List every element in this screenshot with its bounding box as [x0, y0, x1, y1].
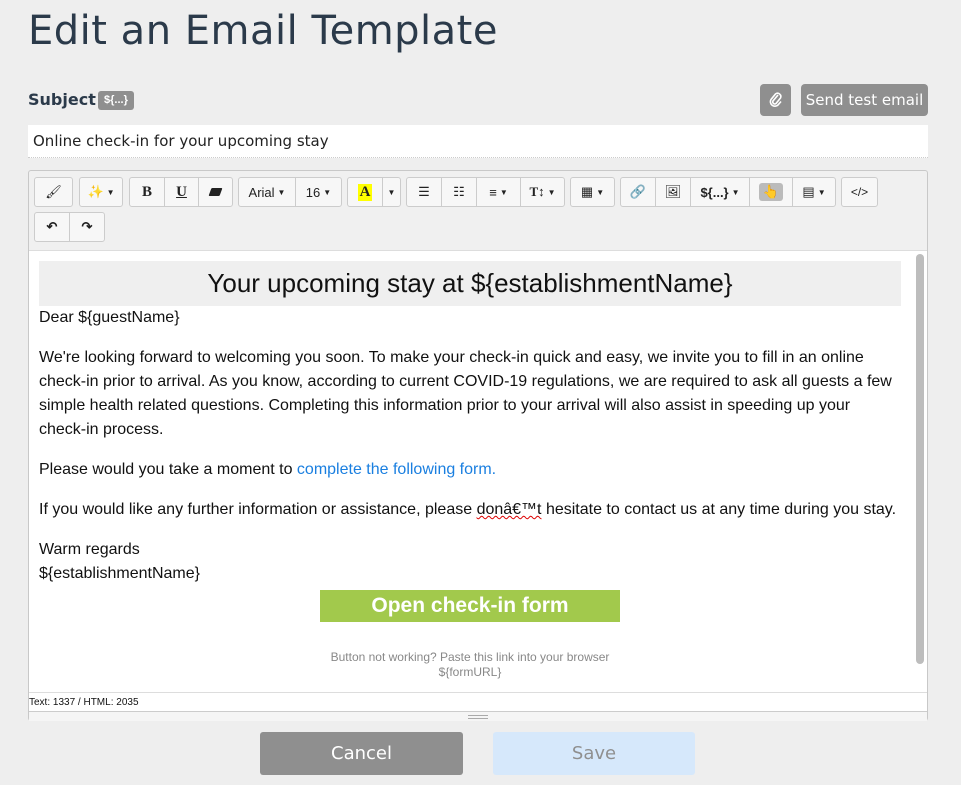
highlight-icon: A — [357, 183, 373, 201]
bullet-list-icon: ☰ — [418, 184, 430, 199]
variables-label: ${...} — [700, 184, 729, 200]
align-dropdown[interactable]: ≡ ▼ — [477, 178, 521, 206]
code-view-button[interactable]: </> — [842, 178, 877, 206]
paragraph-intro: We're looking forward to welcoming you s… — [39, 349, 892, 438]
format-group: B U — [129, 177, 233, 207]
subject-input[interactable] — [28, 125, 928, 158]
fallback-text: Button not working? Paste this link into… — [330, 650, 610, 664]
paragraph-contact-text: If you would like any further informatio… — [39, 501, 477, 518]
signature: ${establishmentName} — [39, 565, 200, 582]
image-button[interactable]: 🖼 — [656, 178, 691, 206]
send-test-email-button[interactable]: Send test email — [801, 84, 928, 116]
cancel-button[interactable]: Cancel — [260, 732, 463, 775]
redo-button[interactable]: ↷ — [70, 213, 104, 241]
link-icon: 🔗 — [629, 184, 647, 199]
variables-dropdown[interactable]: ${...} ▼ — [691, 178, 750, 206]
paragraph-contact: If you would like any further informatio… — [39, 498, 901, 522]
history-group: ↶ ↷ — [34, 212, 105, 242]
color-dropdown[interactable]: ▼ — [383, 178, 400, 206]
paragraph-form-text: Please would you take a moment to — [39, 461, 297, 478]
form-link[interactable]: complete the following form. — [297, 461, 496, 478]
color-group: A ▼ — [347, 177, 401, 207]
editor-scrollbar[interactable] — [916, 254, 924, 664]
clear-format-button[interactable] — [199, 178, 232, 206]
font-size-value: 16 — [305, 184, 321, 200]
align-icon: ≡ — [489, 184, 497, 200]
insert-group: 🔗 🖼 ${...} ▼ 👆 ▤ ▼ — [620, 177, 836, 207]
style-button[interactable]: 🖌 — [35, 178, 72, 206]
undo-icon: ↶ — [46, 219, 58, 234]
paragraph-form: Please would you take a moment to comple… — [39, 458, 901, 482]
eraser-icon — [208, 188, 223, 196]
numbered-list-button[interactable]: ☷ — [442, 178, 477, 206]
resize-handle[interactable] — [29, 711, 927, 721]
attach-button[interactable] — [760, 84, 791, 116]
magic-wand-icon: ✨ — [87, 184, 104, 199]
page-title: Edit an Email Template — [28, 8, 498, 54]
font-size-dropdown[interactable]: 16 ▼ — [296, 178, 341, 206]
table-dropdown[interactable]: ▦ ▼ — [571, 178, 614, 206]
code-group: </> — [841, 177, 878, 207]
numbered-list-icon: ☷ — [453, 184, 465, 199]
character-count: Text: 1337 / HTML: 2035 — [29, 692, 927, 711]
paragraph-contact-text-end: hesitate to contact us at any time durin… — [541, 501, 897, 518]
open-check-in-form-button[interactable]: Open check-in form — [320, 590, 620, 622]
pointer-hand-icon: 👆 — [758, 183, 784, 201]
greeting: Dear ${guestName} — [39, 309, 180, 326]
text-color-button[interactable]: A — [348, 178, 383, 206]
document-icon: ▤ — [802, 184, 815, 199]
font-family-value: Arial — [248, 184, 275, 200]
subject-label: Subject — [28, 90, 96, 109]
magic-button[interactable]: ✨ ▼ — [80, 178, 122, 206]
rich-text-editor: 🖌 ✨ ▼ B U Arial ▼ 16 ▼ A ▼ ☰ ☷ ≡ ▼ T↕ ▼ ▦ ▼ 🔗 … — [28, 170, 928, 721]
bold-button[interactable]: B — [130, 178, 165, 206]
link-button[interactable]: 🔗 — [621, 178, 656, 206]
button-insert-button[interactable]: 👆 — [750, 178, 793, 206]
bullet-list-button[interactable]: ☰ — [407, 178, 442, 206]
line-height-dropdown[interactable]: T↕ ▼ — [521, 178, 564, 206]
font-family-dropdown[interactable]: Arial ▼ — [239, 178, 296, 206]
template-dropdown[interactable]: ▤ ▼ — [793, 178, 835, 206]
table-group: ▦ ▼ — [570, 177, 615, 207]
code-icon: </> — [850, 185, 869, 199]
redo-icon: ↷ — [81, 219, 93, 234]
fallback-link: ${formURL} — [438, 665, 502, 679]
misspelled-word: donâ€™t — [476, 501, 542, 518]
save-button[interactable]: Save — [493, 732, 695, 775]
style-group: 🖌 — [34, 177, 73, 207]
paperclip-icon — [769, 92, 782, 108]
table-icon: ▦ — [580, 184, 594, 199]
undo-button[interactable]: ↶ — [35, 213, 70, 241]
email-heading: Your upcoming stay at ${establishmentNam… — [39, 261, 901, 306]
editor-content[interactable]: Your upcoming stay at ${establishmentNam… — [29, 250, 927, 692]
paragraph-group: ☰ ☷ ≡ ▼ T↕ ▼ — [406, 177, 565, 207]
brush-icon: 🖌 — [45, 184, 62, 199]
magic-group: ✨ ▼ — [79, 177, 123, 207]
text-height-icon: T↕ — [529, 184, 545, 199]
font-group: Arial ▼ 16 ▼ — [238, 177, 342, 207]
insert-variable-button[interactable]: ${...} — [98, 91, 134, 110]
signoff: Warm regards — [39, 541, 140, 558]
image-icon: 🖼 — [664, 184, 682, 199]
grip-icon — [468, 714, 488, 719]
underline-button[interactable]: U — [165, 178, 199, 206]
